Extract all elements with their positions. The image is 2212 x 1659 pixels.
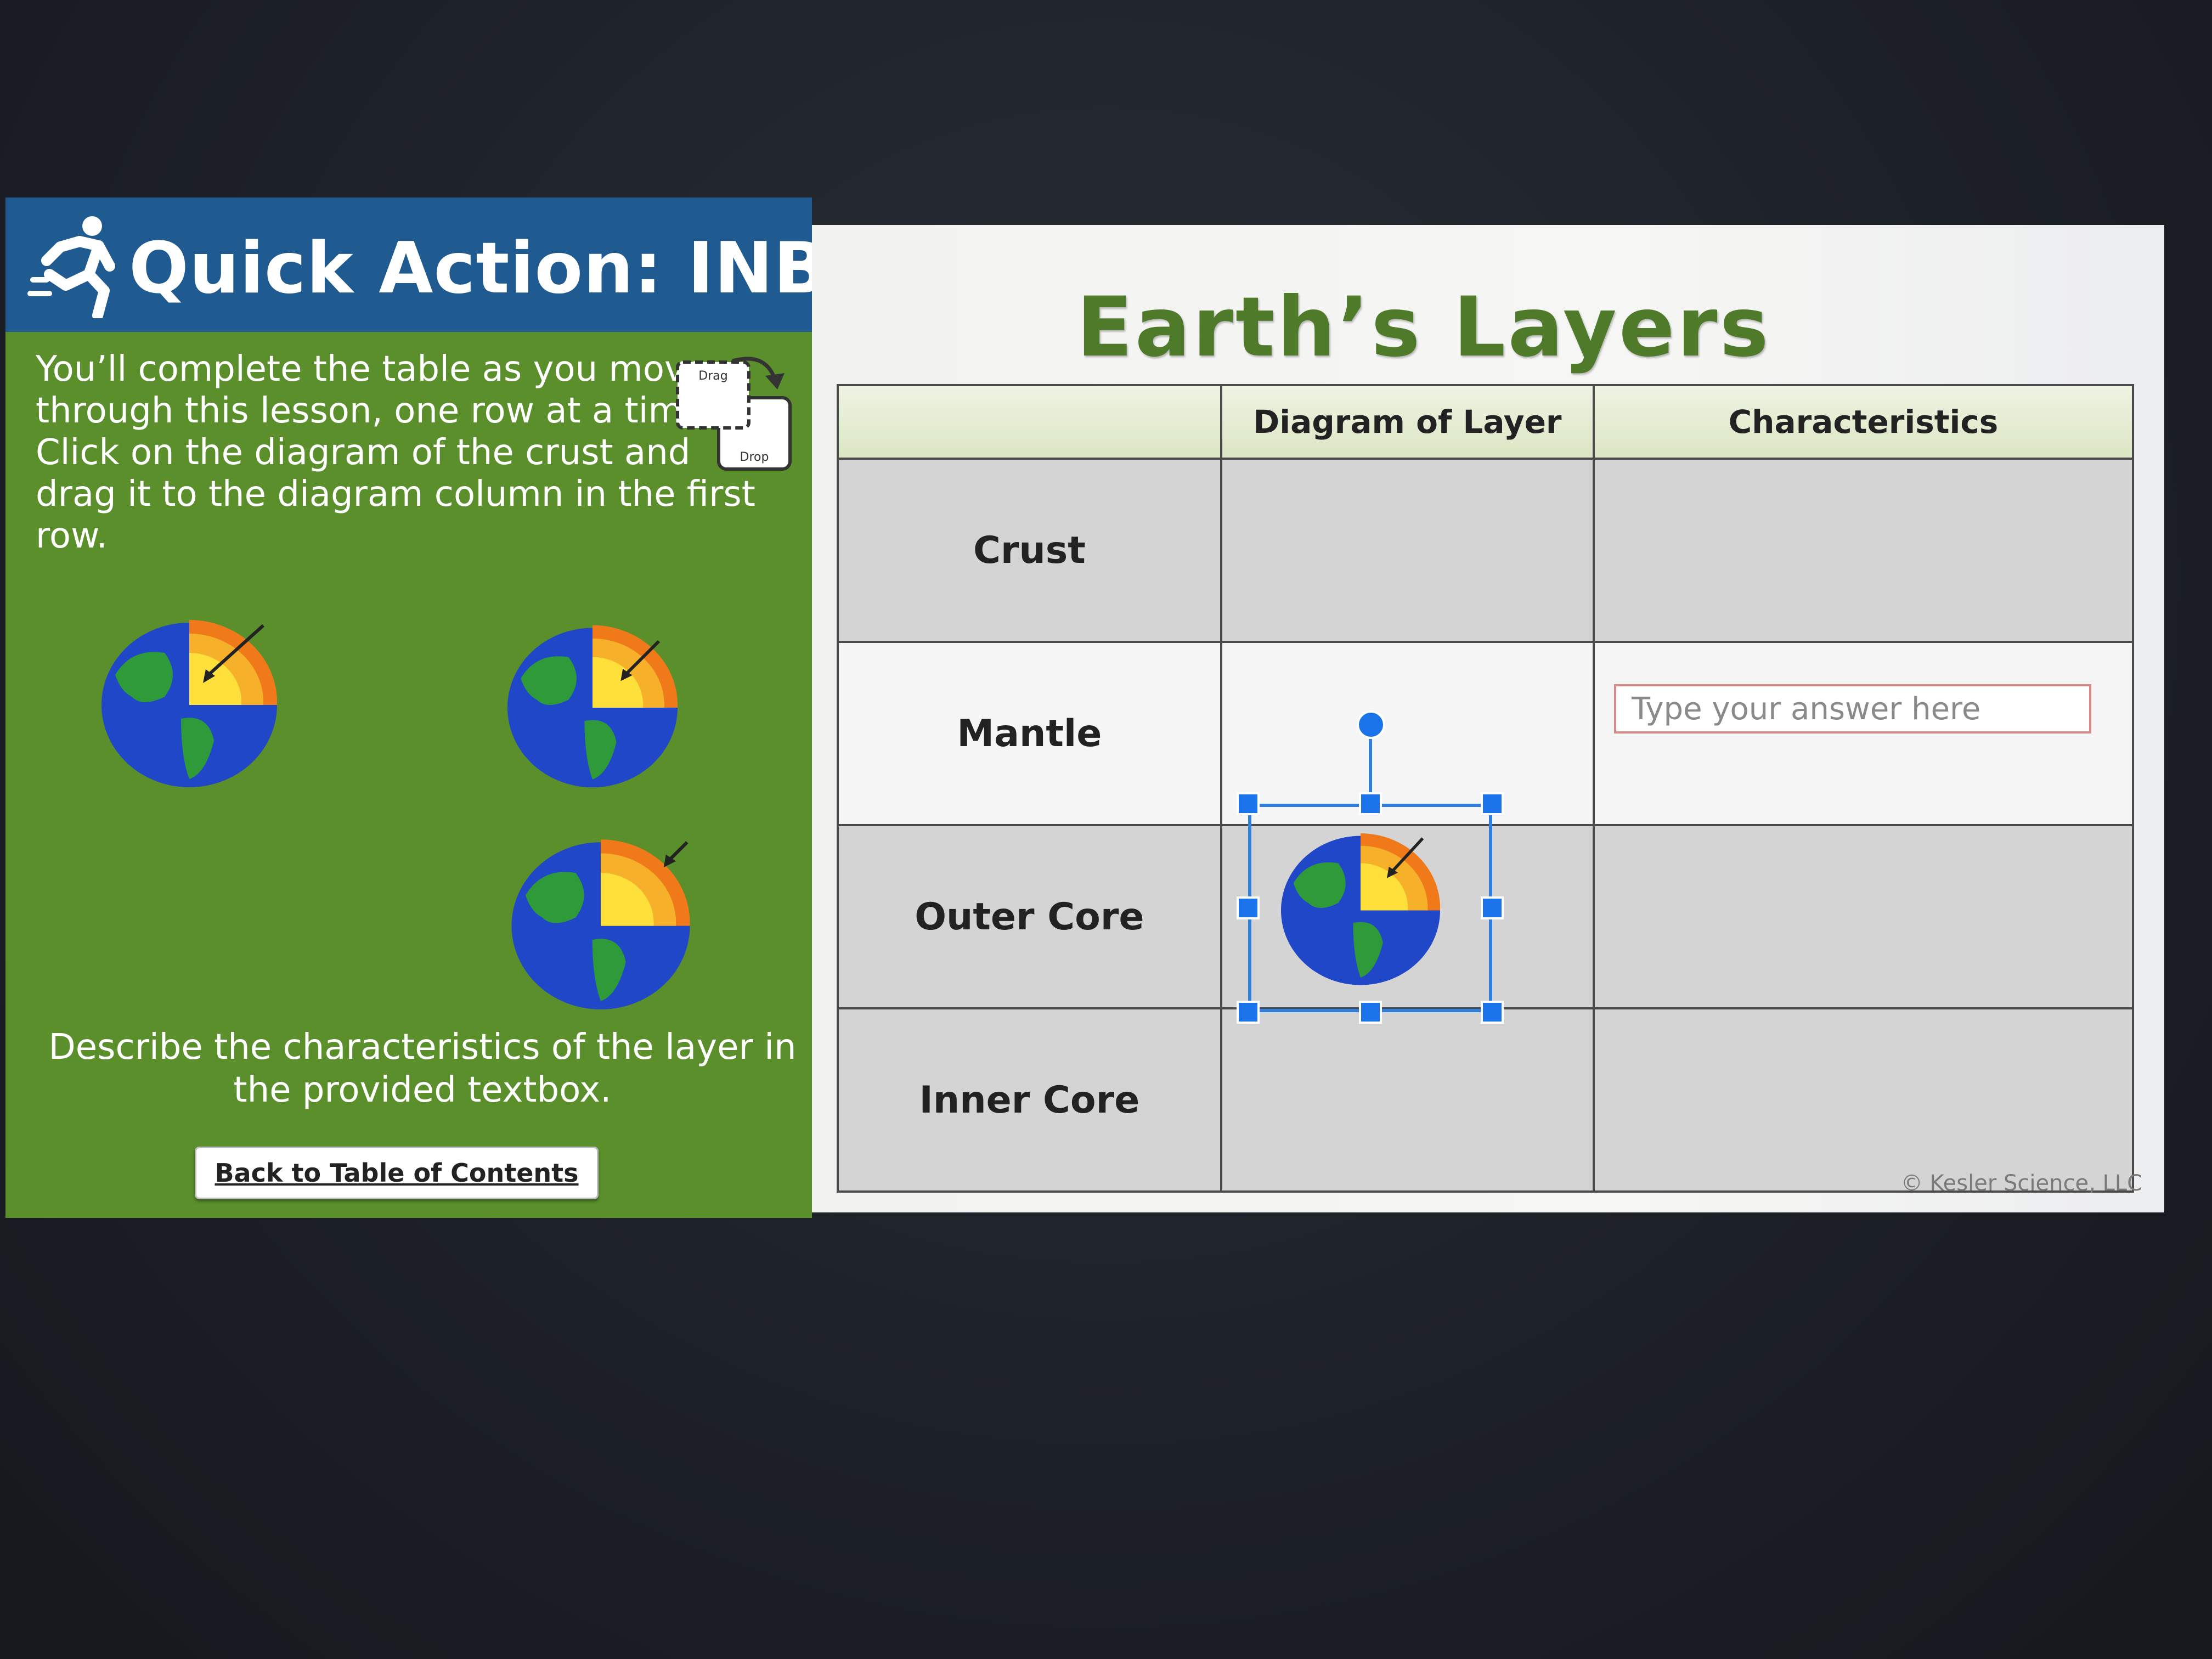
resize-handle-top-right[interactable] (1481, 792, 1504, 815)
header-title: Quick Action: INB (129, 228, 828, 309)
resize-handle-top[interactable] (1359, 792, 1382, 815)
back-to-toc-button[interactable]: Back to Table of Contents (195, 1147, 599, 1199)
selection-frame (1248, 804, 1492, 1012)
diagram-drop-cell-mantle[interactable] (1220, 641, 1595, 826)
table-row-inner-core: Inner Core (837, 1007, 2135, 1193)
running-person-icon (27, 216, 115, 318)
mantle-diagram-draggable[interactable] (505, 620, 680, 790)
resize-handle-bottom-right[interactable] (1481, 1001, 1504, 1024)
table-header-characteristics: Characteristics (1592, 384, 2135, 460)
diagram-drop-cell-crust[interactable] (1220, 458, 1595, 643)
drop-label: Drop (740, 450, 769, 464)
characteristics-cell-outer-core (1592, 824, 2135, 1009)
answer-textbox[interactable] (1613, 684, 2091, 733)
instruction-panel: Quick Action: INB You’ll complete the ta… (5, 198, 827, 1218)
row-label-inner-core: Inner Core (837, 1007, 1222, 1193)
characteristics-cell-crust (1592, 458, 2135, 643)
page-title: Earth’s Layers (1076, 280, 1771, 375)
resize-handle-bottom-left[interactable] (1237, 1001, 1260, 1024)
resize-handle-left[interactable] (1237, 896, 1260, 919)
resize-handle-top-left[interactable] (1237, 792, 1260, 815)
quick-action-header: Quick Action: INB (5, 198, 827, 332)
table-row-crust: Crust (837, 458, 2135, 643)
diagram-drop-cell-inner-core[interactable] (1220, 1007, 1595, 1193)
outer-core-diagram-draggable[interactable] (507, 834, 694, 1012)
crust-diagram-draggable[interactable] (99, 614, 280, 790)
row-label-mantle: Mantle (837, 641, 1222, 826)
earth-layers-table: Diagram of Layer Characteristics Crust M… (837, 384, 2135, 1193)
table-header-diagram: Diagram of Layer (1220, 384, 1595, 460)
describe-instructions: Describe the characteristics of the laye… (48, 1027, 797, 1110)
resize-handle-right[interactable] (1481, 896, 1504, 919)
row-label-crust: Crust (837, 458, 1222, 643)
screen-background: Quick Action: INB You’ll complete the ta… (0, 0, 2212, 1659)
rotate-handle[interactable] (1357, 710, 1385, 739)
drag-label: Drag (698, 369, 727, 383)
table-header-blank (837, 384, 1222, 460)
layers-table-panel: Earth’s Layers Diagram of Layer Characte… (812, 225, 2164, 1212)
copyright-text: © Kesler Science, LLC (1900, 1171, 2142, 1196)
drag-drop-icon: Drag Drop (676, 357, 792, 471)
resize-handle-bottom[interactable] (1359, 1001, 1382, 1024)
row-label-outer-core: Outer Core (837, 824, 1222, 1009)
instructions-text: You’ll complete the table as you move th… (36, 349, 755, 556)
characteristics-cell-inner-core (1592, 1007, 2135, 1193)
lesson-slide: Quick Action: INB You’ll complete the ta… (5, 198, 2164, 1218)
table-header-row: Diagram of Layer Characteristics (837, 384, 2135, 460)
characteristics-cell-mantle (1592, 641, 2135, 826)
